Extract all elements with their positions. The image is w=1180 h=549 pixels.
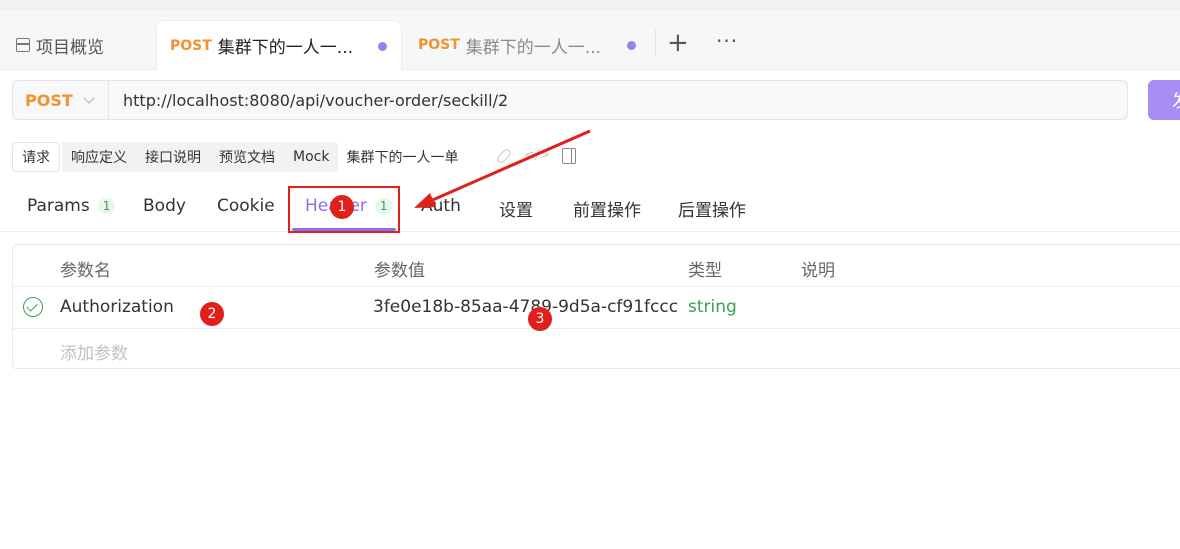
annotation-marker-3: 3: [528, 307, 552, 331]
arrow-line: [427, 129, 591, 204]
annotation-marker-2: 2: [200, 302, 224, 326]
annotation-arrow: [414, 129, 591, 208]
arrow-head: [414, 193, 436, 208]
annotation-marker-1: 1: [330, 195, 354, 219]
